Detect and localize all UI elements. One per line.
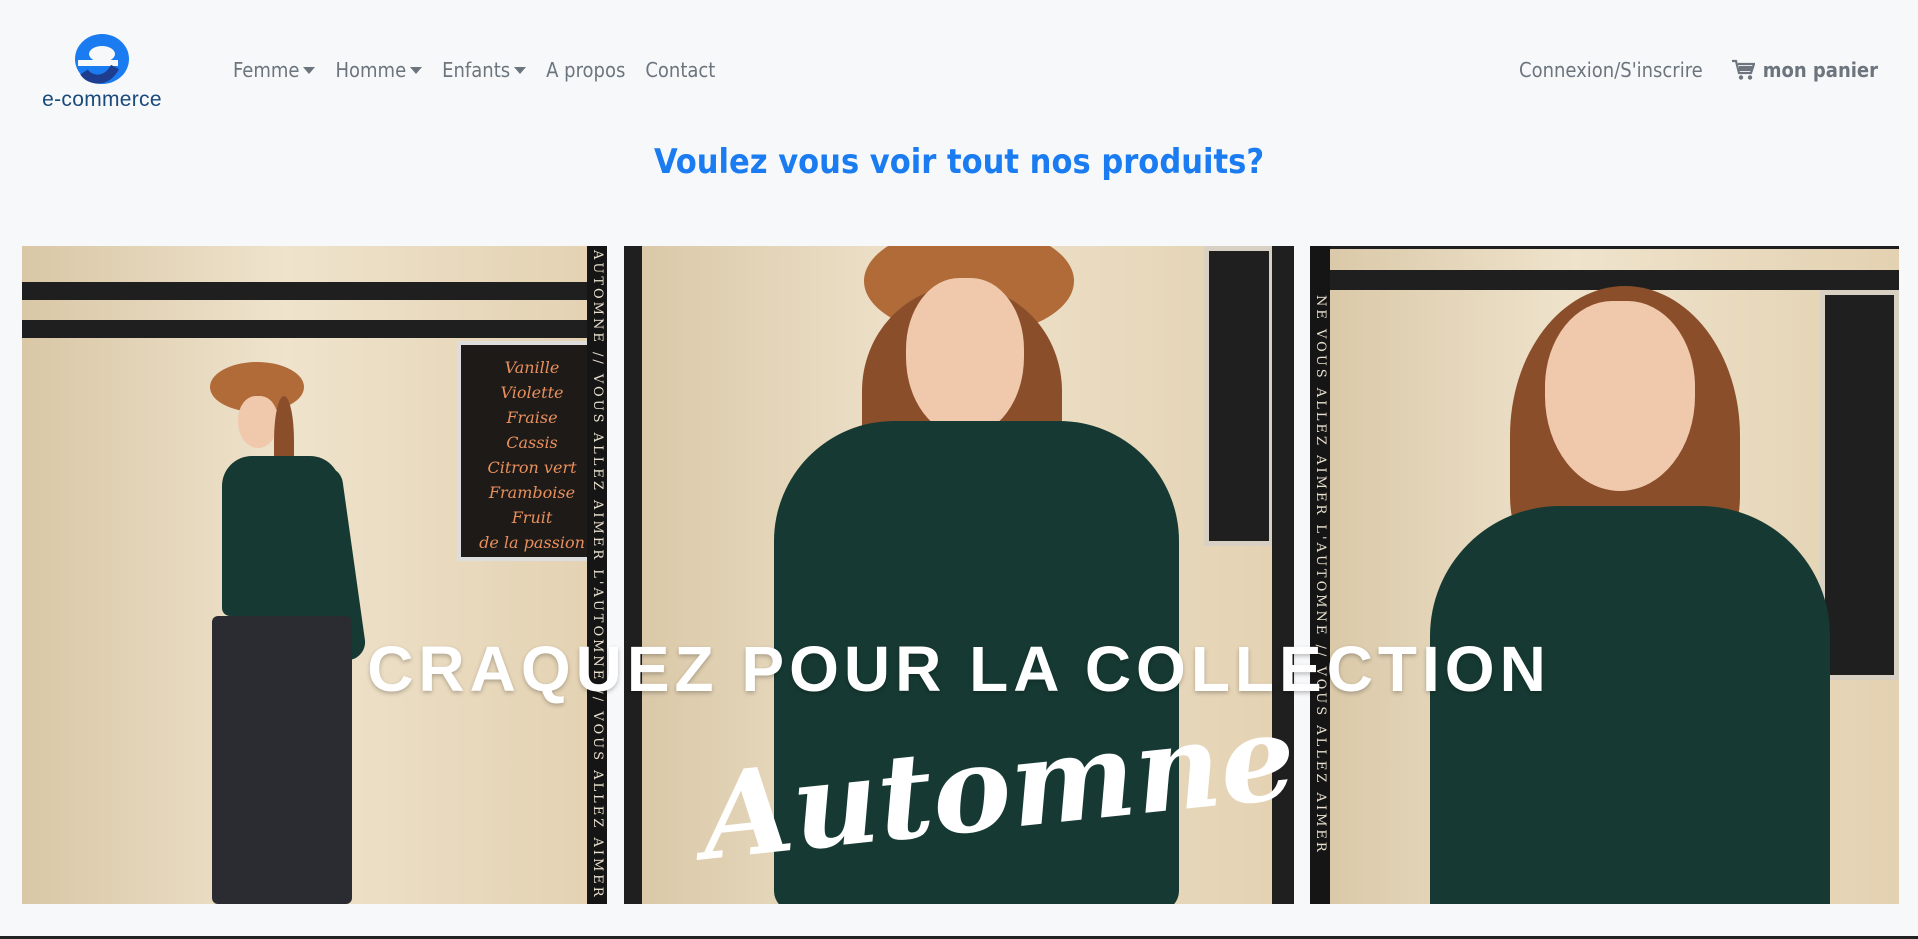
model-face <box>906 278 1024 436</box>
frame-left <box>624 246 642 904</box>
banner-panel-left: Vanille Violette Fraise Cassis Citron ve… <box>22 246 607 904</box>
navbar: e-commerce Femme Homme Enfants A propos … <box>0 0 1918 140</box>
headline-link[interactable]: Voulez vous voir tout nos produits? <box>0 142 1918 182</box>
model-face <box>238 396 278 448</box>
nav-item-label: Femme <box>233 58 300 82</box>
caret-down-icon <box>514 66 527 74</box>
nav-item-label: Homme <box>335 58 407 82</box>
picture-frame <box>1204 246 1274 546</box>
menu-line: de la passion <box>479 533 585 552</box>
text-strip: NE VOUS ALLEZ AIMER L'AUTOMNE // VOUS AL… <box>1310 246 1330 904</box>
menu-line: Fruit <box>511 508 553 527</box>
cart-icon <box>1731 59 1755 80</box>
nav-item-contact[interactable]: Contact <box>645 58 715 82</box>
nav-item-homme[interactable]: Homme <box>335 58 423 82</box>
nav-item-label: Enfants <box>442 58 511 82</box>
nav-right: Connexion/S'inscrire mon panier <box>1519 58 1878 82</box>
frame-bar <box>22 320 607 338</box>
model-face <box>1545 301 1695 491</box>
menu-line: Vanille <box>504 358 560 377</box>
menu-line: Violette <box>500 383 564 402</box>
frame-bar <box>1310 270 1899 290</box>
menu-line: Fraise <box>506 408 558 427</box>
logo-text: e-commerce <box>42 88 162 111</box>
nav-item-a-propos[interactable]: A propos <box>546 58 625 82</box>
menu-line: Framboise <box>488 483 576 502</box>
main-nav: Femme Homme Enfants A propos Contact <box>233 58 715 82</box>
nav-item-femme[interactable]: Femme <box>233 58 316 82</box>
nav-item-label: A propos <box>546 58 626 82</box>
banner-panel-right: NE VOUS ALLEZ AIMER L'AUTOMNE // VOUS AL… <box>1310 246 1899 904</box>
nav-item-enfants[interactable]: Enfants <box>442 58 527 82</box>
banner-title: CRAQUEZ POUR LA COLLECTION <box>367 633 1551 705</box>
caret-down-icon <box>410 66 423 74</box>
menu-line: Cassis <box>506 433 558 452</box>
frame-top <box>1310 246 1899 249</box>
text-strip: AUTOMNE // VOUS ALLEZ AIMER L'AUTOMNE //… <box>587 246 607 904</box>
cart-label: mon panier <box>1762 58 1878 82</box>
logo[interactable]: e-commerce <box>38 32 166 114</box>
login-link[interactable]: Connexion/S'inscrire <box>1519 58 1703 82</box>
caret-down-icon <box>303 66 316 74</box>
cart-link[interactable]: mon panier <box>1731 58 1878 82</box>
menu-line: Citron vert <box>487 458 577 477</box>
menu-board: Vanille Violette Fraise Cassis Citron ve… <box>457 341 607 561</box>
picture-frame <box>1820 290 1899 680</box>
nav-item-label: Contact <box>645 58 716 82</box>
logo-icon <box>75 34 129 84</box>
frame-top <box>22 282 607 300</box>
